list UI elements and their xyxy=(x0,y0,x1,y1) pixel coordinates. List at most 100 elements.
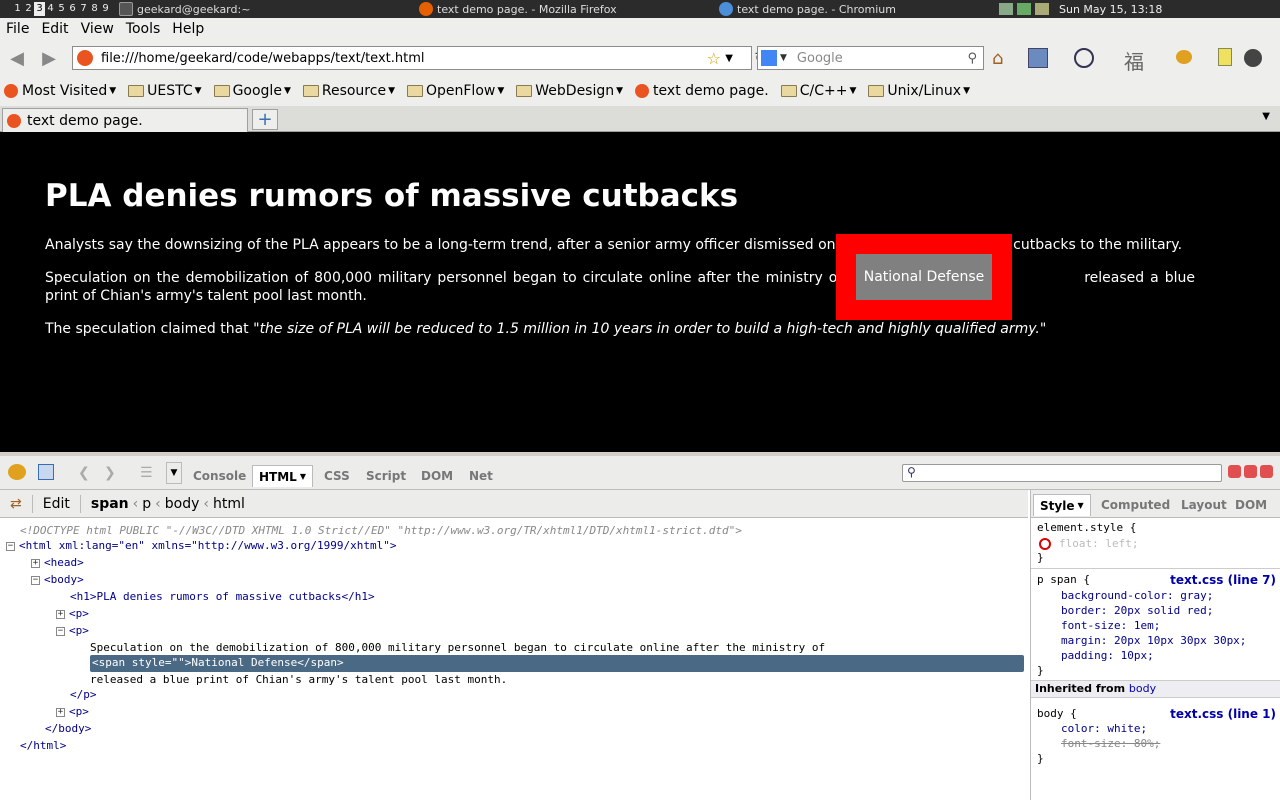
css-property[interactable]: padding: 10px; xyxy=(1061,648,1154,663)
url-bar[interactable]: file:///home/geekard/code/webapps/text/t… xyxy=(72,46,767,70)
bookmark-item[interactable]: Resource ▼ xyxy=(299,83,403,99)
tree-body-node[interactable]: − <body> xyxy=(31,572,84,587)
panel-menu-dropdown-icon[interactable]: ▼ xyxy=(166,462,182,484)
workspace-4[interactable]: 4 xyxy=(45,2,56,16)
rule-source-link[interactable]: text.css (line 7) xyxy=(1170,573,1276,587)
workspace-8[interactable]: 8 xyxy=(89,2,100,16)
tree-body-close[interactable]: </body> xyxy=(45,721,91,736)
firebug-logo-icon[interactable] xyxy=(8,464,26,480)
menu-icon[interactable] xyxy=(1244,49,1262,67)
tab-list-dropdown-icon[interactable]: ▼ xyxy=(1262,111,1270,122)
expand-icon[interactable]: + xyxy=(56,609,65,619)
tree-text-node-1[interactable]: Speculation on the demobilization of 800… xyxy=(90,640,825,655)
url-dropdown-icon[interactable]: ▼ xyxy=(725,53,733,64)
history-clock-icon[interactable] xyxy=(1074,48,1094,68)
tree-p3-node[interactable]: + <p> xyxy=(56,704,89,719)
tree-h1-node[interactable]: <h1>PLA denies rumors of massive cutback… xyxy=(70,589,375,604)
forward-button[interactable]: ▶ xyxy=(34,43,64,73)
addon-icon[interactable]: 福 xyxy=(1124,46,1144,75)
menu-file[interactable]: File xyxy=(0,21,35,37)
nav-back-icon[interactable]: ❮ xyxy=(78,465,90,481)
bookmark-star-icon[interactable]: ☆ xyxy=(707,49,721,68)
bookmarks-menu-icon[interactable] xyxy=(1028,48,1048,68)
edit-button[interactable]: Edit xyxy=(43,496,70,512)
tab-net[interactable]: Net xyxy=(463,465,499,487)
breadcrumb-body[interactable]: body xyxy=(165,496,200,512)
task-terminal[interactable]: geekard@geekard:~ xyxy=(115,1,415,17)
new-tab-button[interactable]: + xyxy=(252,109,278,130)
workspace-6[interactable]: 6 xyxy=(67,2,78,16)
tree-p1-node[interactable]: + <p> xyxy=(56,606,89,621)
tree-span-node-selected[interactable]: <span style="">National Defense</span> xyxy=(90,655,1024,672)
collapse-icon[interactable]: − xyxy=(31,575,40,585)
element-style-selector[interactable]: element.style { xyxy=(1037,520,1136,535)
tab-dom[interactable]: DOM xyxy=(415,465,459,487)
tree-html-close[interactable]: </html> xyxy=(20,738,66,753)
menu-help[interactable]: Help xyxy=(166,21,210,37)
css-property-color[interactable]: color: white; xyxy=(1061,721,1147,736)
tree-text-node-2[interactable]: released a blue print of Chian's army's … xyxy=(90,672,507,687)
workspace-9[interactable]: 9 xyxy=(100,2,111,16)
menu-edit[interactable]: Edit xyxy=(35,21,74,37)
tree-head-node[interactable]: + <head> xyxy=(31,555,84,570)
css-property[interactable]: font-size: 1em; xyxy=(1061,618,1160,633)
close-icon[interactable] xyxy=(1260,465,1273,478)
task-chromium[interactable]: text demo page. - Chromium xyxy=(715,1,985,17)
tab-html[interactable]: HTML ▼ xyxy=(252,465,313,487)
google-engine-icon[interactable] xyxy=(761,50,777,66)
bookmark-item[interactable]: C/C++ ▼ xyxy=(777,83,865,99)
breadcrumb-span[interactable]: span xyxy=(91,496,129,512)
workspace-5[interactable]: 5 xyxy=(56,2,67,16)
disabled-icon[interactable] xyxy=(1039,538,1051,550)
tab-script[interactable]: Script xyxy=(360,465,412,487)
firebug-search-input[interactable]: ⚲ xyxy=(902,464,1222,482)
volume-icon[interactable] xyxy=(1035,3,1049,15)
notes-icon[interactable] xyxy=(1218,48,1232,66)
expand-icon[interactable]: + xyxy=(56,707,65,717)
collapse-icon[interactable]: − xyxy=(6,541,15,551)
task-firefox[interactable]: text demo page. - Mozilla Firefox xyxy=(415,1,695,17)
rule-source-link[interactable]: text.css (line 1) xyxy=(1170,707,1276,721)
tree-p2-node[interactable]: − <p> xyxy=(56,623,89,638)
back-button[interactable]: ◀ xyxy=(2,43,32,73)
tab-console[interactable]: Console xyxy=(187,465,252,487)
search-icon[interactable]: ⚲ xyxy=(967,51,977,66)
nav-forward-icon[interactable]: ❯ xyxy=(104,465,116,481)
search-bar[interactable]: ▼ Google ⚲ xyxy=(757,46,984,70)
tab-text-demo[interactable]: text demo page. xyxy=(2,108,248,132)
side-tab-style[interactable]: Style ▼ xyxy=(1033,494,1091,516)
home-icon[interactable]: ⌂ xyxy=(992,48,1014,69)
detach-icon[interactable] xyxy=(1244,465,1257,478)
tray-icons[interactable] xyxy=(999,3,1049,15)
rule-selector-p-span[interactable]: p span { xyxy=(1037,572,1090,587)
collapse-icon[interactable]: − xyxy=(56,626,65,636)
workspace-switcher[interactable]: 123456789 xyxy=(12,2,111,16)
workspace-1[interactable]: 1 xyxy=(12,2,23,16)
css-property[interactable]: border: 20px solid red; xyxy=(1061,603,1213,618)
minimize-icon[interactable] xyxy=(1228,465,1241,478)
side-tab-layout[interactable]: Layout xyxy=(1175,494,1233,516)
tree-toggle-icon[interactable]: ⇄ xyxy=(10,496,22,512)
css-property-overridden[interactable]: font-size: 80%; xyxy=(1061,736,1160,751)
tree-html-node[interactable]: − <html xml:lang="en" xmlns="http://www.w… xyxy=(6,538,397,553)
list-icon[interactable]: ☰ xyxy=(140,465,153,481)
inherited-from-link[interactable]: body xyxy=(1129,682,1156,695)
bookmark-item[interactable]: text demo page. xyxy=(631,83,777,99)
workspace-7[interactable]: 7 xyxy=(78,2,89,16)
bookmark-item[interactable]: OpenFlow ▼ xyxy=(403,83,512,99)
expand-icon[interactable]: + xyxy=(31,558,40,568)
rule-selector-body[interactable]: body { xyxy=(1037,706,1077,721)
css-property[interactable]: margin: 20px 10px 30px 30px; xyxy=(1061,633,1246,648)
tree-p2-close[interactable]: </p> xyxy=(70,687,97,702)
battery-icon[interactable] xyxy=(1017,3,1031,15)
menu-view[interactable]: View xyxy=(75,21,120,37)
bookmark-item[interactable]: Unix/Linux ▼ xyxy=(864,83,978,99)
side-tab-computed[interactable]: Computed xyxy=(1095,494,1176,516)
engine-dropdown-icon[interactable]: ▼ xyxy=(780,53,787,63)
network-icon[interactable] xyxy=(999,3,1013,15)
menu-tools[interactable]: Tools xyxy=(120,21,167,37)
side-tab-dom[interactable]: DOM xyxy=(1229,494,1273,516)
url-text[interactable]: file:///home/geekard/code/webapps/text/t… xyxy=(101,51,425,66)
tab-css[interactable]: CSS xyxy=(318,465,356,487)
bookmark-item[interactable]: WebDesign ▼ xyxy=(512,83,631,99)
